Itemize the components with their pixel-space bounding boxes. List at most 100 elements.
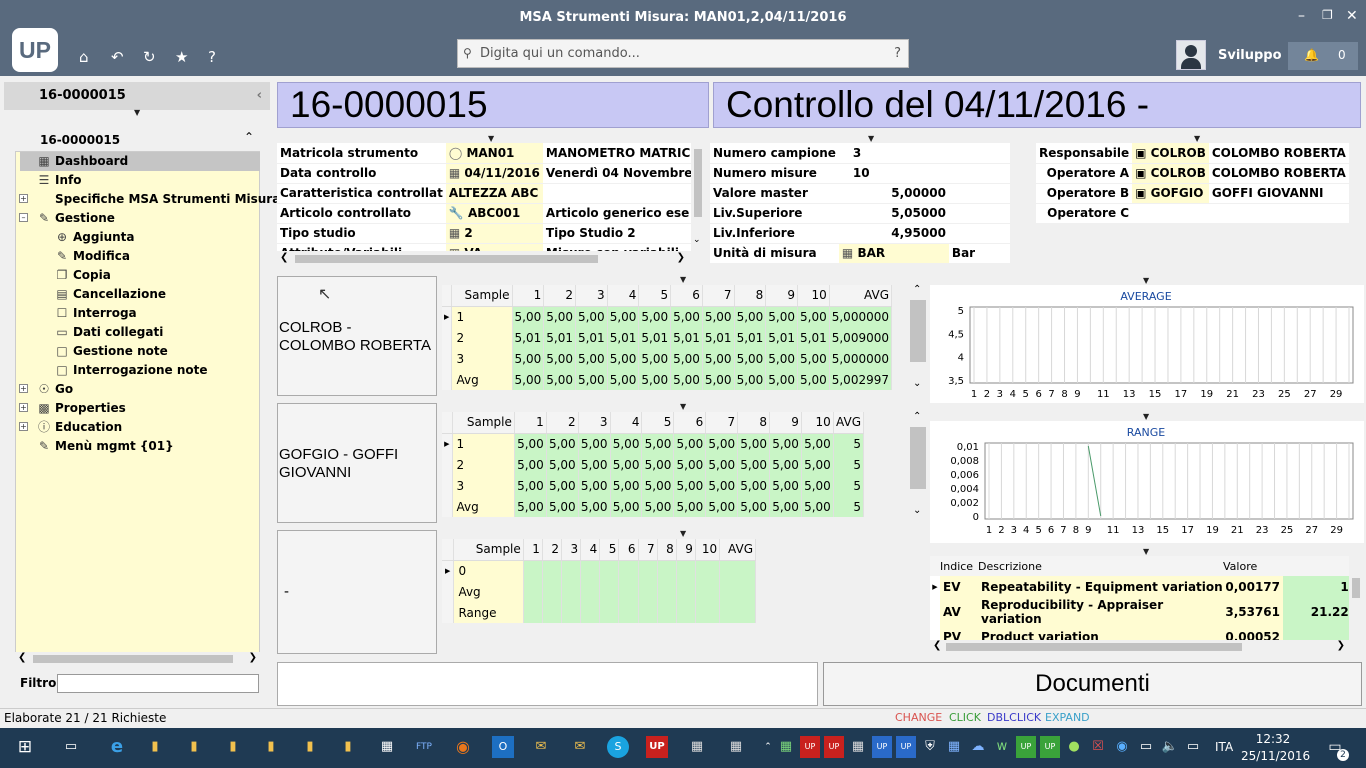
grid-cell[interactable]: 5,00 <box>514 454 547 475</box>
panel-arrow-icon[interactable]: ▼ <box>1194 134 1200 143</box>
sidebar-item-interroga[interactable]: ☐ Interroga <box>54 304 137 323</box>
grid-cell[interactable]: 5,00 <box>705 496 739 517</box>
column-header[interactable]: 4 <box>610 412 643 434</box>
grid-cell[interactable]: 5,00 <box>670 348 703 369</box>
grid-cell[interactable] <box>657 602 677 623</box>
expand-icon[interactable]: + <box>19 194 28 203</box>
unit-field[interactable]: ▦ BAR <box>838 243 949 264</box>
column-header[interactable]: 7 <box>705 412 739 434</box>
column-header[interactable]: 7 <box>638 539 658 561</box>
scroll-left-icon[interactable]: ❮ <box>280 252 288 263</box>
responsible-field[interactable]: ▣ COLROB <box>1132 143 1209 164</box>
star-icon[interactable]: ★ <box>175 48 188 66</box>
grid-cell[interactable]: 5,00 <box>797 306 830 327</box>
grid-cell[interactable]: 5,01 <box>702 327 735 348</box>
grid-cell[interactable]: 5,00 <box>734 369 767 390</box>
scroll-up-icon[interactable]: ⌃ <box>913 284 921 295</box>
grid-cell[interactable]: 5 <box>833 433 864 454</box>
grid-cell[interactable]: 5,00 <box>575 306 608 327</box>
grid-cell[interactable]: 1 <box>452 433 515 454</box>
grid-cell[interactable]: 5,00 <box>578 496 611 517</box>
grid-cell[interactable]: 5,00 <box>801 475 834 496</box>
grid-cell[interactable] <box>676 602 696 623</box>
folder-icon[interactable]: ▮ <box>260 736 282 758</box>
scroll-down-icon[interactable]: ⌄ <box>913 505 921 516</box>
grid-cell[interactable]: 5,00 <box>638 306 672 327</box>
grid-cell[interactable]: 5,00 <box>705 433 739 454</box>
language-indicator[interactable]: ITA <box>1215 740 1233 754</box>
collapse-icon[interactable]: – <box>19 213 28 222</box>
grid-cell[interactable]: 5,00 <box>575 369 608 390</box>
grid-cell[interactable]: 5,00 <box>607 369 640 390</box>
sidebar-item-menu-mgmt[interactable]: ✎ Menù mgmt {01} <box>36 437 174 456</box>
grid-cell[interactable]: 5,00 <box>769 496 802 517</box>
home-icon[interactable]: ⌂ <box>79 48 89 66</box>
grid-cell[interactable]: 5,00 <box>765 348 798 369</box>
indices-vscrollbar[interactable] <box>1349 574 1363 638</box>
grid-cell[interactable]: 3 <box>452 475 515 496</box>
grid-cell[interactable] <box>618 560 639 581</box>
collapse-sidebar-icon[interactable]: ‹ <box>257 82 262 110</box>
grid-cell[interactable]: 5,00 <box>610 496 643 517</box>
grid-cell[interactable] <box>580 560 601 581</box>
grid-cell[interactable]: 5,00 <box>702 348 735 369</box>
grid-cell[interactable]: 1 <box>451 306 513 327</box>
table-row[interactable]: 3 5,00 5,00 5,00 5,00 5,00 5,00 5,00 5,00 5,00 5,0… <box>442 348 892 369</box>
scroll-thumb[interactable] <box>694 149 702 217</box>
column-header[interactable]: 4 <box>580 539 601 561</box>
grid-cell[interactable]: 5,00 <box>610 475 643 496</box>
firefox-icon[interactable]: ◉ <box>452 736 474 758</box>
grid-cell[interactable] <box>523 560 543 581</box>
tree-collapse-icon[interactable]: ⌃ <box>244 130 254 144</box>
grid-cell[interactable]: 5,00 <box>705 454 739 475</box>
grid-cell[interactable]: 5,00 <box>737 433 771 454</box>
grid-cell[interactable]: 5,00 <box>610 433 643 454</box>
user-name[interactable]: Sviluppo <box>1218 48 1282 63</box>
tray-up-icon[interactable]: UP <box>872 736 892 758</box>
grid-cell[interactable] <box>719 602 756 623</box>
grid-cell[interactable]: 5,00 <box>673 496 707 517</box>
column-header[interactable]: 1 <box>512 285 545 307</box>
grid-cell[interactable]: 5,00 <box>514 433 547 454</box>
grid-cell[interactable] <box>523 602 543 623</box>
tray-icon[interactable]: ▦ <box>848 736 868 758</box>
grid-cell[interactable]: 5,00 <box>512 348 545 369</box>
operator-b-field[interactable]: ▣ GOFGIO <box>1132 183 1209 204</box>
table-row[interactable]: 2 5,00 5,00 5,00 5,00 5,00 5,00 5,00 5,00 5,00 5,0… <box>442 454 864 475</box>
grid-cell[interactable] <box>542 560 563 581</box>
column-header[interactable]: 5 <box>641 412 675 434</box>
volume-icon[interactable]: 🔈 <box>1160 736 1180 758</box>
scroll-right-icon[interactable]: ❯ <box>677 252 685 263</box>
scroll-right-icon[interactable]: ❯ <box>1337 640 1345 651</box>
column-header[interactable]: 9 <box>769 412 802 434</box>
sidebar-item-interrogazione-note[interactable]: □ Interrogazione note <box>54 361 207 380</box>
grid-cell[interactable]: 5,01 <box>607 327 640 348</box>
master-value-field[interactable]: 5,00000 <box>838 183 949 204</box>
grid-cell[interactable]: 5,00 <box>607 306 640 327</box>
minimize-icon[interactable]: – <box>1298 8 1305 24</box>
column-header[interactable]: 8 <box>737 412 771 434</box>
grid-cell[interactable]: 5,00 <box>578 454 611 475</box>
grid-cell[interactable] <box>542 602 563 623</box>
panel-arrow-icon[interactable]: ▼ <box>488 134 494 143</box>
instrument-field[interactable]: ◯ MAN01 <box>445 143 543 164</box>
characteristic-field[interactable]: ALTEZZA ABC <box>445 183 543 204</box>
column-header[interactable]: 9 <box>765 285 798 307</box>
operator-card[interactable]: - <box>277 530 437 654</box>
grid-cell[interactable] <box>523 581 543 602</box>
grid-cell[interactable]: 5,00 <box>514 475 547 496</box>
windows-start-icon[interactable]: ⊞ <box>14 736 36 758</box>
grid-cell[interactable]: 5,01 <box>734 327 767 348</box>
grid-cell[interactable]: 5,00 <box>769 454 802 475</box>
column-header[interactable]: 8 <box>657 539 677 561</box>
tray-up-icon[interactable]: UP <box>824 736 844 758</box>
grid-cell[interactable]: 5,01 <box>670 327 703 348</box>
table-row[interactable]: Avg 5,00 5,00 5,00 5,00 5,00 5,00 5,00 5,00 5,00 5… <box>442 369 892 390</box>
documents-button[interactable]: Documenti <box>823 662 1362 706</box>
column-header[interactable]: AVG <box>829 285 892 307</box>
edge-browser-icon[interactable]: e <box>106 736 128 758</box>
grid-cell[interactable] <box>719 560 756 581</box>
grid-cell[interactable]: 5,01 <box>765 327 798 348</box>
grid-cell[interactable]: 5,00 <box>670 369 703 390</box>
grid-cell[interactable]: 5,00 <box>610 454 643 475</box>
